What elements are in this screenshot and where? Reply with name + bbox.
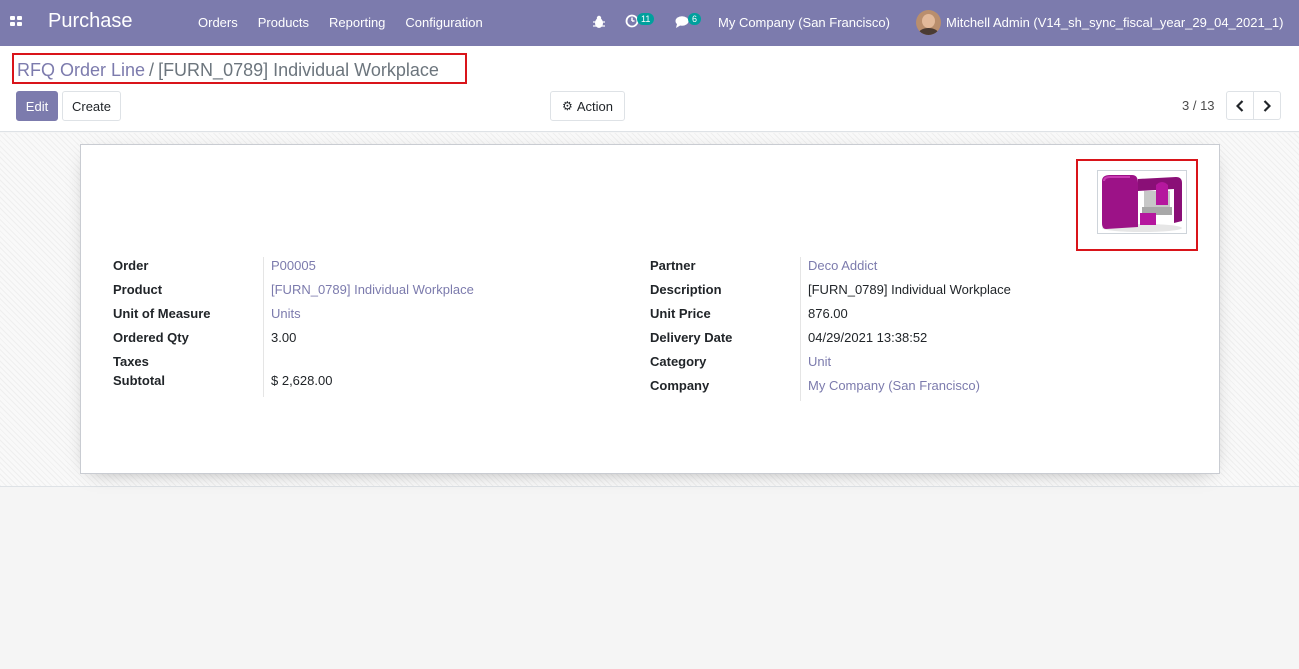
field-label-partner: Partner (650, 258, 696, 273)
field-row-description: Description [FURN_0789] Individual Workp… (650, 282, 1170, 306)
menu-reporting[interactable]: Reporting (319, 0, 395, 46)
field-row-product: Product [FURN_0789] Individual Workplace (113, 282, 633, 306)
field-label-company: Company (650, 378, 710, 393)
chevron-right-icon (1263, 99, 1271, 112)
field-label-ordered-qty: Ordered Qty (113, 330, 189, 345)
field-row-category: Category Unit (650, 354, 1170, 378)
field-value-description: [FURN_0789] Individual Workplace (808, 282, 1011, 297)
field-row-company: Company My Company (San Francisco) (650, 378, 1170, 402)
field-label-category: Category (650, 354, 707, 369)
field-row-partner: Partner Deco Addict (650, 258, 1170, 282)
field-value-category[interactable]: Unit (808, 354, 831, 369)
field-label-unit-price: Unit Price (650, 306, 711, 321)
form-sheet: Order P00005 Product [FURN_0789] Individ… (80, 144, 1220, 474)
control-panel: RFQ Order Line / [FURN_0789] Individual Wo… (0, 46, 1299, 132)
breadcrumb-current: [FURN_0789] Individual Workplace (158, 60, 439, 80)
pager-previous-button[interactable] (1226, 91, 1254, 120)
company-switcher[interactable]: My Company (San Francisco) (718, 15, 890, 30)
field-value-partner[interactable]: Deco Addict (808, 258, 877, 273)
product-image-highlight (1076, 159, 1198, 251)
field-label-delivery-date: Delivery Date (650, 330, 733, 345)
edit-button[interactable]: Edit (16, 91, 58, 121)
menu-orders[interactable]: Orders (188, 0, 248, 46)
user-avatar[interactable] (916, 10, 941, 35)
field-value-ordered-qty: 3.00 (271, 330, 297, 345)
breadcrumb: RFQ Order Line / [FURN_0789] Individual Wo… (12, 53, 467, 84)
field-label-unit-of-measure: Unit of Measure (113, 306, 211, 321)
field-value-subtotal: $ 2,628.00 (271, 373, 333, 388)
create-button[interactable]: Create (62, 91, 121, 121)
field-label-order: Order (113, 258, 149, 273)
action-button-label: Action (576, 98, 613, 114)
chevron-left-icon (1236, 99, 1244, 112)
bug-icon[interactable] (593, 15, 605, 29)
right-group-divider (800, 257, 801, 401)
field-label-taxes: Taxes (113, 354, 149, 369)
apps-menu-icon[interactable] (10, 16, 23, 28)
field-value-unit-of-measure[interactable]: Units (271, 306, 301, 321)
top-navbar: Purchase Orders Products Reporting Confi… (0, 0, 1299, 46)
app-brand[interactable]: Purchase (48, 10, 133, 33)
messages-chat-icon[interactable] (675, 15, 689, 29)
activity-count-badge: 11 (637, 13, 655, 25)
breadcrumb-separator: / (149, 60, 155, 80)
user-menu[interactable]: Mitchell Admin (V14_sh_sync_fiscal_year_… (946, 15, 1284, 30)
action-button[interactable]: ⚙ Action (550, 91, 625, 121)
field-value-company[interactable]: My Company (San Francisco) (808, 378, 980, 393)
form-view-background: Order P00005 Product [FURN_0789] Individ… (0, 133, 1299, 487)
menu-products[interactable]: Products (248, 0, 319, 46)
pager-next-button[interactable] (1253, 91, 1281, 120)
product-image[interactable] (1097, 170, 1187, 234)
field-value-unit-price: 876.00 (808, 306, 848, 321)
field-label-description: Description (650, 282, 722, 297)
menu-configuration[interactable]: Configuration (395, 0, 492, 46)
messages-count-badge: 6 (688, 13, 702, 25)
field-value-product[interactable]: [FURN_0789] Individual Workplace (271, 282, 474, 297)
field-row-delivery-date: Delivery Date 04/29/2021 13:38:52 (650, 330, 1170, 354)
field-row-subtotal: Subtotal $ 2,628.00 (113, 373, 633, 397)
field-label-subtotal: Subtotal (113, 373, 165, 388)
main-menu: Orders Products Reporting Configuration (188, 0, 493, 46)
left-group-divider (263, 257, 264, 397)
field-row-ordered-qty: Ordered Qty 3.00 (113, 330, 633, 354)
breadcrumb-parent-link[interactable]: RFQ Order Line (17, 60, 145, 80)
field-value-delivery-date: 04/29/2021 13:38:52 (808, 330, 928, 345)
field-label-product: Product (113, 282, 163, 297)
field-row-unit-price: Unit Price 876.00 (650, 306, 1170, 330)
field-value-order[interactable]: P00005 (271, 258, 316, 273)
gear-icon: ⚙ (562, 99, 573, 113)
field-row-unit-of-measure: Unit of Measure Units (113, 306, 633, 330)
product-chair-picture (1098, 171, 1186, 233)
field-row-order: Order P00005 (113, 258, 633, 282)
pager-value[interactable]: 3 / 13 (1182, 98, 1215, 113)
